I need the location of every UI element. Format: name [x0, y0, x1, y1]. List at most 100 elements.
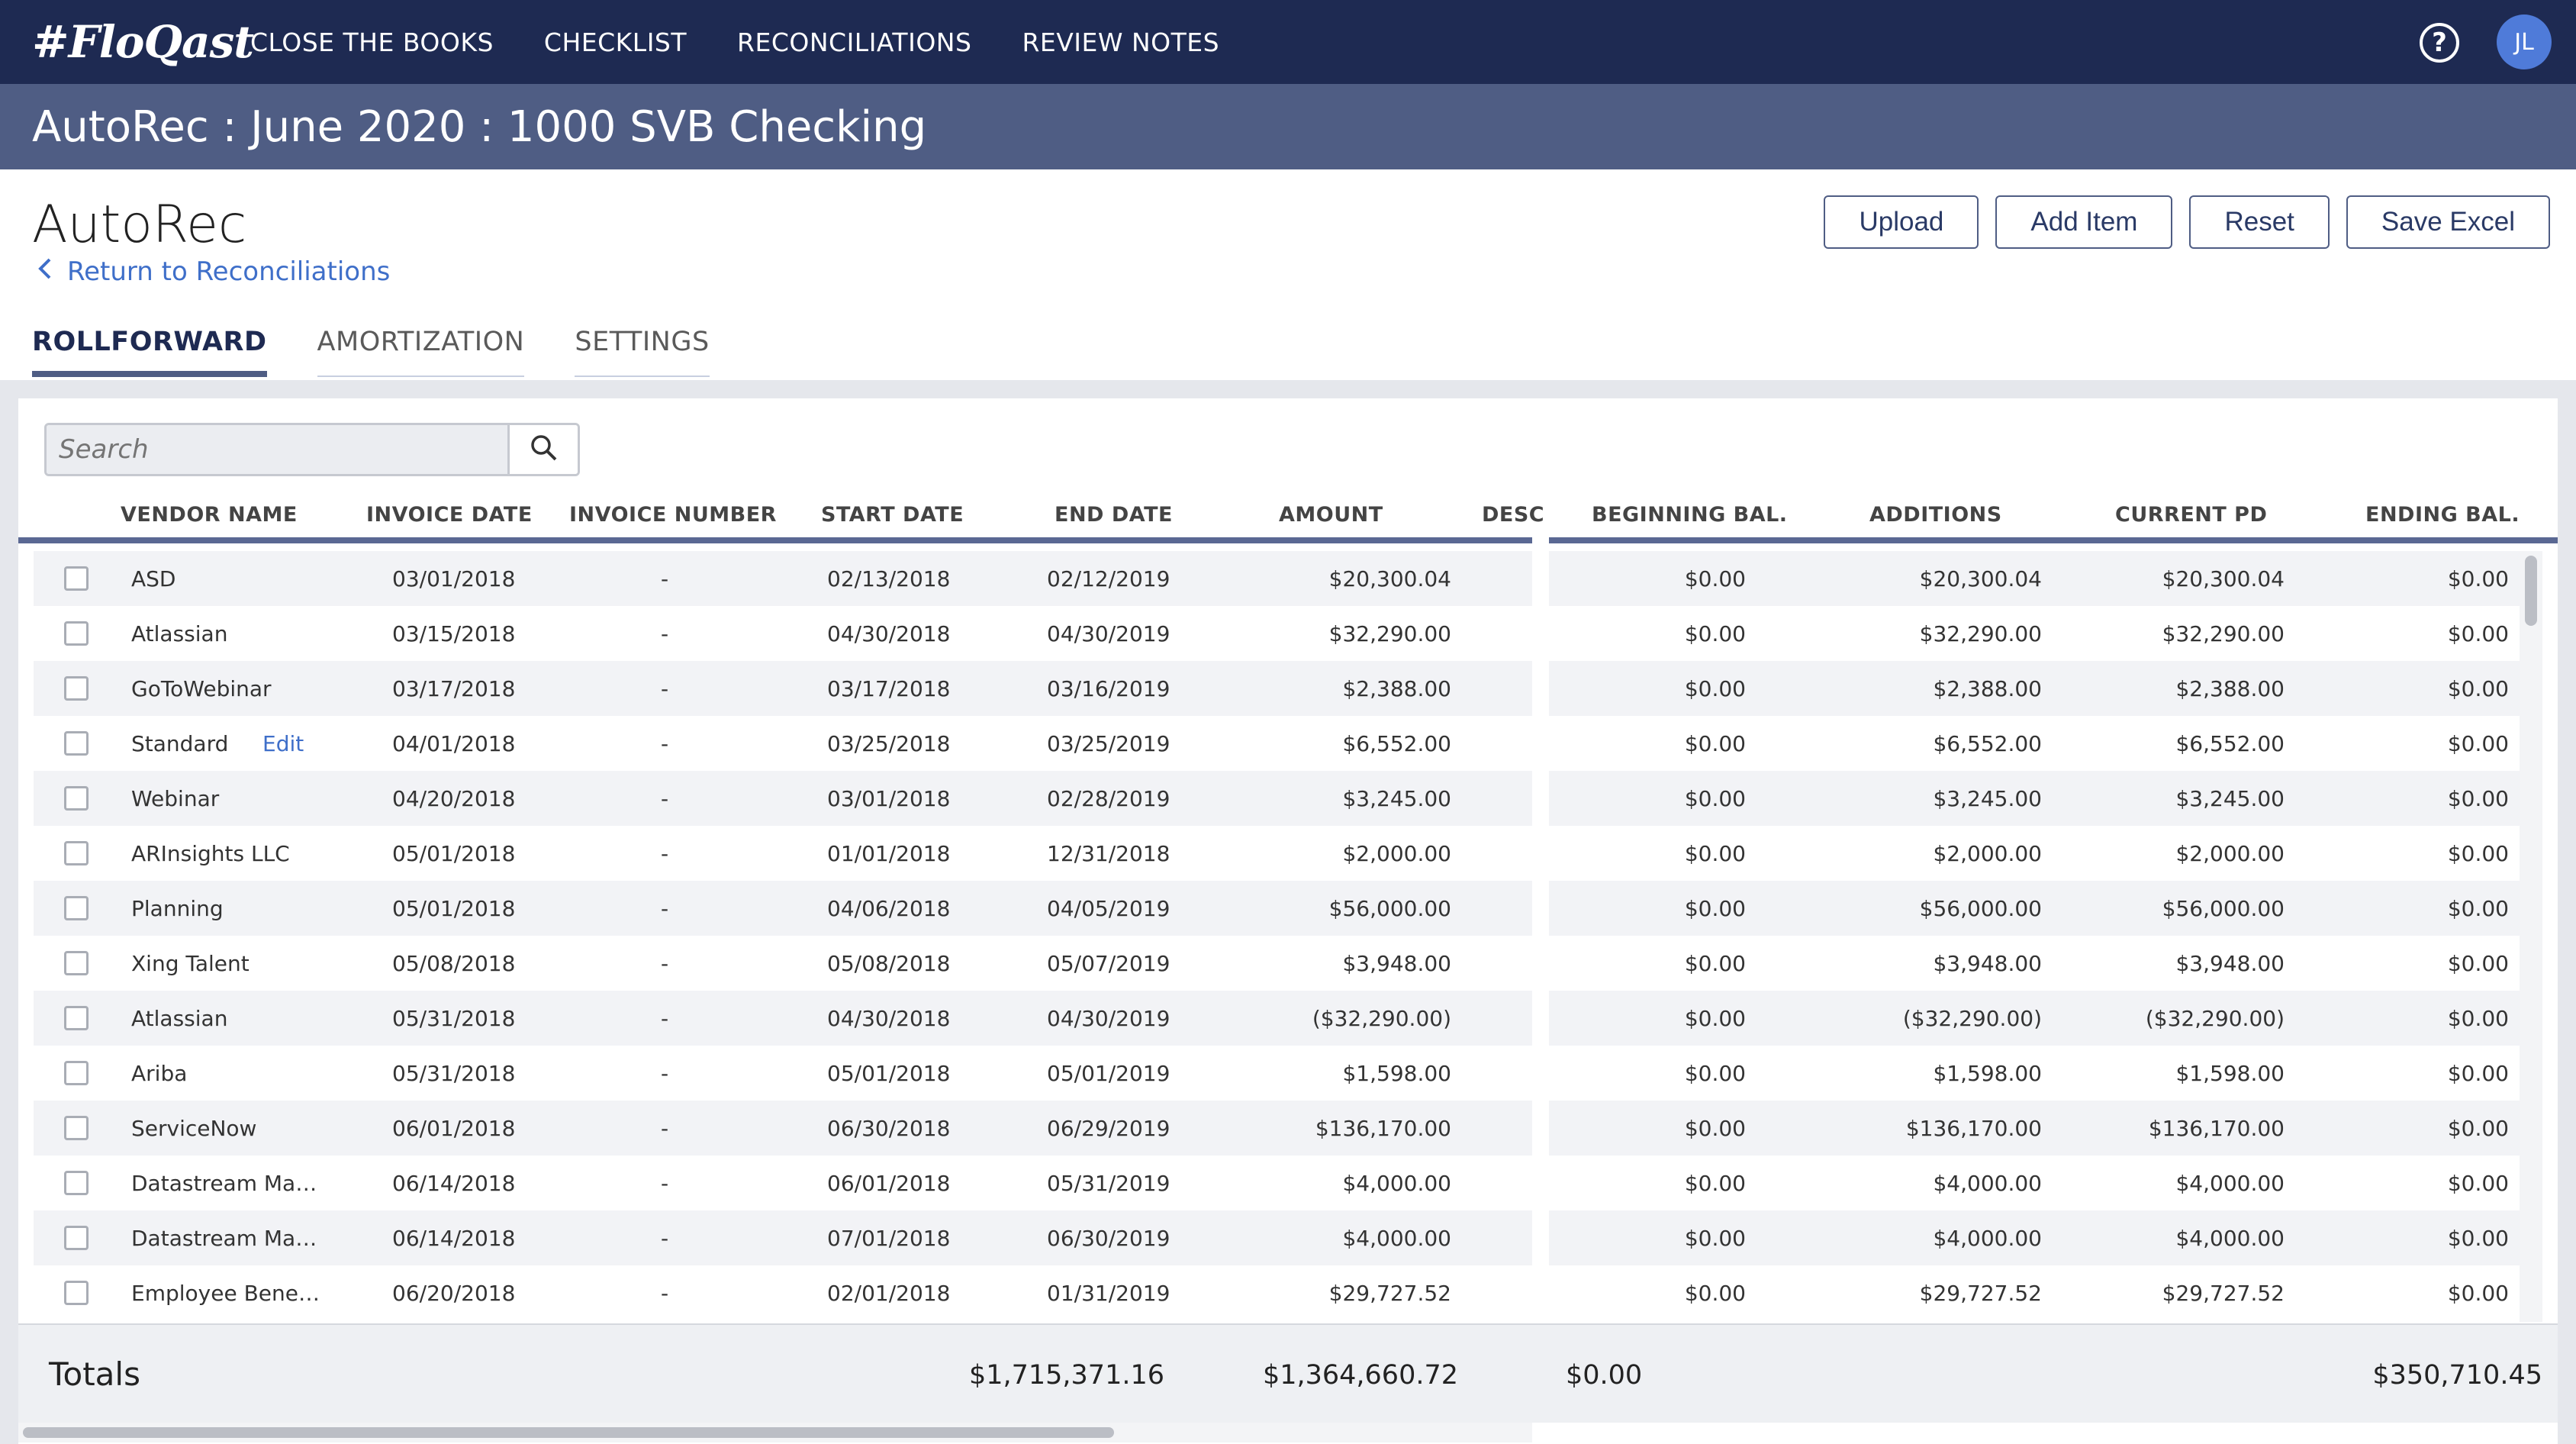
nav-checklist[interactable]: CHECKLIST [544, 27, 687, 57]
horizontal-scroll-thumb[interactable] [23, 1427, 1114, 1438]
beginning-bal: $0.00 [1684, 895, 1746, 921]
help-icon[interactable]: ? [2420, 23, 2459, 63]
tab-settings[interactable]: SETTINGS [575, 327, 710, 377]
start-date: 06/30/2018 [827, 1115, 951, 1141]
col-vendor-name[interactable]: VENDOR NAME [121, 503, 298, 527]
reset-button[interactable]: Reset [2189, 195, 2330, 249]
amount: $3,245.00 [1342, 785, 1451, 811]
tab-amortization[interactable]: AMORTIZATION [317, 327, 525, 377]
row-checkbox[interactable] [64, 896, 89, 920]
table-row[interactable]: $0.00 $4,000.00 $4,000.00 $0.00 [1549, 1210, 2520, 1265]
row-checkbox[interactable] [64, 731, 89, 756]
search-box [44, 423, 580, 476]
row-checkbox[interactable] [64, 951, 89, 975]
edit-link[interactable]: Edit [262, 731, 304, 756]
col-current-pd[interactable]: CURRENT PD [2115, 503, 2267, 527]
nav-review-notes[interactable]: REVIEW NOTES [1022, 27, 1219, 57]
table-row[interactable]: $0.00 $1,598.00 $1,598.00 $0.00 [1549, 1046, 2520, 1101]
row-checkbox[interactable] [64, 841, 89, 865]
table-row[interactable]: Webinar 04/20/2018 - 03/01/2018 02/28/2019 $3… [34, 771, 1532, 826]
table-row[interactable]: $0.00 $29,727.52 $29,727.52 $0.00 [1549, 1265, 2520, 1320]
tab-rollforward[interactable]: ROLLFORWARD [32, 327, 267, 377]
nav-reconciliations[interactable]: RECONCILIATIONS [737, 27, 971, 57]
table-row[interactable]: $0.00 $32,290.00 $32,290.00 $0.00 [1549, 606, 2520, 661]
table-row[interactable]: Atlassian 05/31/2018 - 04/30/2018 04/30/2019… [34, 991, 1532, 1046]
col-ending-bal[interactable]: ENDING BAL. [2365, 503, 2520, 527]
ending-bal: $0.00 [2447, 1225, 2509, 1251]
horizontal-scrollbar[interactable] [18, 1423, 1532, 1442]
table-row[interactable]: Atlassian 03/15/2018 - 04/30/2018 04/30/2019… [34, 606, 1532, 661]
col-additions[interactable]: ADDITIONS [1869, 503, 2002, 527]
end-date: 04/05/2019 [1047, 895, 1170, 921]
amount: $6,552.00 [1342, 730, 1451, 756]
col-end-date[interactable]: END DATE [1055, 503, 1173, 527]
invoice-number: - [661, 620, 669, 646]
col-start-date[interactable]: START DATE [821, 503, 964, 527]
save-excel-button[interactable]: Save Excel [2346, 195, 2550, 249]
row-checkbox[interactable] [64, 1006, 89, 1030]
col-desc[interactable]: DESC [1482, 503, 1544, 527]
table-header-left: VENDOR NAME INVOICE DATE INVOICE NUMBER … [18, 492, 1544, 543]
table-header-right: BEGINNING BAL. ADDITIONS CURRENT PD ENDI… [1549, 492, 2558, 543]
table-row[interactable]: $0.00 $2,388.00 $2,388.00 $0.00 [1549, 661, 2520, 716]
col-amount[interactable]: AMOUNT [1279, 503, 1383, 527]
current-pd: $4,000.00 [2175, 1225, 2285, 1251]
amount: $20,300.04 [1328, 566, 1451, 591]
end-date: 06/29/2019 [1047, 1115, 1170, 1141]
table-row[interactable]: $0.00 $136,170.00 $136,170.00 $0.00 [1549, 1101, 2520, 1156]
vertical-scrollbar[interactable] [2520, 551, 2542, 1322]
row-checkbox[interactable] [64, 566, 89, 591]
col-beginning-bal[interactable]: BEGINNING BAL. [1592, 503, 1788, 527]
row-checkbox[interactable] [64, 621, 89, 646]
return-to-reconciliations-link[interactable]: Return to Reconciliations [37, 256, 390, 287]
row-checkbox[interactable] [64, 1171, 89, 1195]
table-row[interactable]: Ariba 05/31/2018 - 05/01/2018 05/01/2019 $1,5… [34, 1046, 1532, 1101]
table-row[interactable]: ASD 03/01/2018 - 02/13/2018 02/12/2019 $20,30… [34, 551, 1532, 606]
table-row[interactable]: $0.00 $3,245.00 $3,245.00 $0.00 [1549, 771, 2520, 826]
row-checkbox[interactable] [64, 1061, 89, 1085]
end-date: 05/31/2019 [1047, 1170, 1170, 1196]
ending-bal: $0.00 [2447, 1005, 2509, 1031]
table-body-left: ASD 03/01/2018 - 02/13/2018 02/12/2019 $20,30… [34, 551, 1532, 1322]
table-row[interactable]: ARInsights LLC 05/01/2018 - 01/01/2018 12/31… [34, 826, 1532, 881]
vendor-name: Datastream Mana... [131, 1225, 330, 1251]
column-divider [1532, 551, 1549, 1322]
table-row[interactable]: $0.00 ($32,290.00) ($32,290.00) $0.00 [1549, 991, 2520, 1046]
search-input[interactable] [47, 425, 507, 474]
table-row[interactable]: ServiceNow 06/01/2018 - 06/30/2018 06/29/201… [34, 1101, 1532, 1156]
invoice-date: 04/20/2018 [392, 785, 516, 811]
beginning-bal: $0.00 [1684, 1280, 1746, 1306]
add-item-button[interactable]: Add Item [1995, 195, 2173, 249]
table-row[interactable]: Datastream Mana... 06/14/2018 - 07/01/2018 0… [34, 1210, 1532, 1265]
table-row[interactable]: GoToWebinar 03/17/2018 - 03/17/2018 03/16/20… [34, 661, 1532, 716]
table-row[interactable]: Xing Talent 05/08/2018 - 05/08/2018 05/07/20… [34, 936, 1532, 991]
table-row[interactable]: Planning 05/01/2018 - 04/06/2018 04/05/2019 $… [34, 881, 1532, 936]
table-row[interactable]: $0.00 $4,000.00 $4,000.00 $0.00 [1549, 1156, 2520, 1210]
row-checkbox[interactable] [64, 1281, 89, 1305]
user-avatar[interactable]: JL [2497, 15, 2552, 69]
floqast-logo[interactable]: #FloQast [32, 15, 254, 69]
invoice-date: 03/15/2018 [392, 620, 516, 646]
col-invoice-number[interactable]: INVOICE NUMBER [569, 503, 777, 527]
table-row[interactable]: $0.00 $20,300.04 $20,300.04 $0.00 [1549, 551, 2520, 606]
nav-close-the-books[interactable]: CLOSE THE BOOKS [250, 27, 494, 57]
upload-button[interactable]: Upload [1824, 195, 1979, 249]
table-row[interactable]: Standard Edit 04/01/2018-03/25/2018 03/25/2… [34, 716, 1532, 771]
table-row[interactable]: $0.00 $6,552.00 $6,552.00 $0.00 [1549, 716, 2520, 771]
row-checkbox[interactable] [64, 1226, 89, 1250]
table-row[interactable]: Datastream Mana... 06/14/2018 - 06/01/2018 0… [34, 1156, 1532, 1210]
table-row[interactable]: $0.00 $56,000.00 $56,000.00 $0.00 [1549, 881, 2520, 936]
totals-label: Totals [49, 1355, 140, 1393]
ending-bal: $0.00 [2447, 675, 2509, 701]
row-checkbox[interactable] [64, 676, 89, 701]
col-invoice-date[interactable]: INVOICE DATE [366, 503, 533, 527]
row-checkbox[interactable] [64, 786, 89, 811]
current-pd: $2,388.00 [2175, 675, 2285, 701]
table-row[interactable]: $0.00 $2,000.00 $2,000.00 $0.00 [1549, 826, 2520, 881]
row-checkbox[interactable] [64, 1116, 89, 1140]
vertical-scroll-thumb[interactable] [2525, 556, 2537, 626]
table-row[interactable]: Employee Benefit I... 06/20/2018 - 02/01/20… [34, 1265, 1532, 1320]
search-button[interactable] [507, 425, 578, 474]
table-row[interactable]: $0.00 $3,948.00 $3,948.00 $0.00 [1549, 936, 2520, 991]
beginning-bal: $0.00 [1684, 675, 1746, 701]
